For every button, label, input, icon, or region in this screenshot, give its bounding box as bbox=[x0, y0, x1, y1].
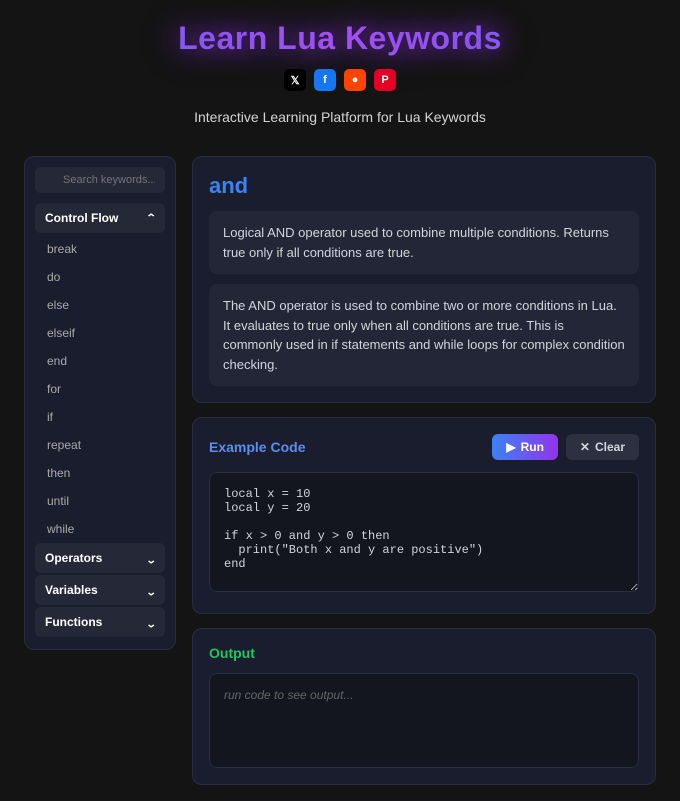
chevron-down-icon: ⌃ bbox=[145, 585, 156, 596]
sidebar-item-if[interactable]: if bbox=[35, 403, 165, 431]
sidebar-item-while[interactable]: while bbox=[35, 515, 165, 543]
sidebar-item-elseif[interactable]: elseif bbox=[35, 319, 165, 347]
social-bar: 𝕏 f ● P bbox=[0, 69, 680, 91]
category-label: Functions bbox=[45, 615, 102, 629]
output-panel: Output run code to see output... bbox=[192, 628, 656, 785]
facebook-icon[interactable]: f bbox=[314, 69, 336, 91]
code-editor[interactable] bbox=[209, 472, 639, 592]
keyword-panel: and Logical AND operator used to combine… bbox=[192, 156, 656, 403]
sidebar-item-then[interactable]: then bbox=[35, 459, 165, 487]
category-label: Control Flow bbox=[45, 211, 118, 225]
sidebar-item-until[interactable]: until bbox=[35, 487, 165, 515]
sidebar-item-do[interactable]: do bbox=[35, 263, 165, 291]
run-button[interactable]: ▶ Run bbox=[492, 434, 558, 460]
clear-button[interactable]: ✕ Clear bbox=[566, 434, 639, 460]
pinterest-icon[interactable]: P bbox=[374, 69, 396, 91]
clear-label: Clear bbox=[595, 440, 625, 454]
category-label: Variables bbox=[45, 583, 98, 597]
category-label: Operators bbox=[45, 551, 102, 565]
chevron-down-icon: ⌃ bbox=[145, 617, 156, 628]
category-control-flow[interactable]: Control Flow ⌃ bbox=[35, 203, 165, 233]
sidebar-item-end[interactable]: end bbox=[35, 347, 165, 375]
sidebar-item-for[interactable]: for bbox=[35, 375, 165, 403]
sidebar-item-repeat[interactable]: repeat bbox=[35, 431, 165, 459]
output-display: run code to see output... bbox=[209, 673, 639, 768]
run-label: Run bbox=[521, 440, 544, 454]
output-title: Output bbox=[209, 645, 639, 661]
example-title: Example Code bbox=[209, 439, 305, 455]
x-icon[interactable]: 𝕏 bbox=[284, 69, 306, 91]
sidebar-item-else[interactable]: else bbox=[35, 291, 165, 319]
search-input[interactable] bbox=[35, 167, 165, 193]
category-functions[interactable]: Functions ⌃ bbox=[35, 607, 165, 637]
short-description: Logical AND operator used to combine mul… bbox=[209, 211, 639, 274]
page-title: Learn Lua Keywords bbox=[0, 20, 680, 57]
long-description: The AND operator is used to combine two … bbox=[209, 284, 639, 386]
sidebar-item-break[interactable]: break bbox=[35, 235, 165, 263]
page-subtitle: Interactive Learning Platform for Lua Ke… bbox=[0, 109, 680, 125]
sidebar: Control Flow ⌃ break do else elseif end … bbox=[24, 156, 176, 650]
chevron-down-icon: ⌃ bbox=[145, 553, 156, 564]
chevron-up-icon: ⌃ bbox=[145, 213, 156, 224]
reddit-icon[interactable]: ● bbox=[344, 69, 366, 91]
category-operators[interactable]: Operators ⌃ bbox=[35, 543, 165, 573]
example-panel: Example Code ▶ Run ✕ Clear bbox=[192, 417, 656, 614]
keyword-title: and bbox=[209, 173, 639, 199]
close-icon: ✕ bbox=[580, 440, 590, 454]
play-icon: ▶ bbox=[506, 440, 515, 454]
category-variables[interactable]: Variables ⌃ bbox=[35, 575, 165, 605]
